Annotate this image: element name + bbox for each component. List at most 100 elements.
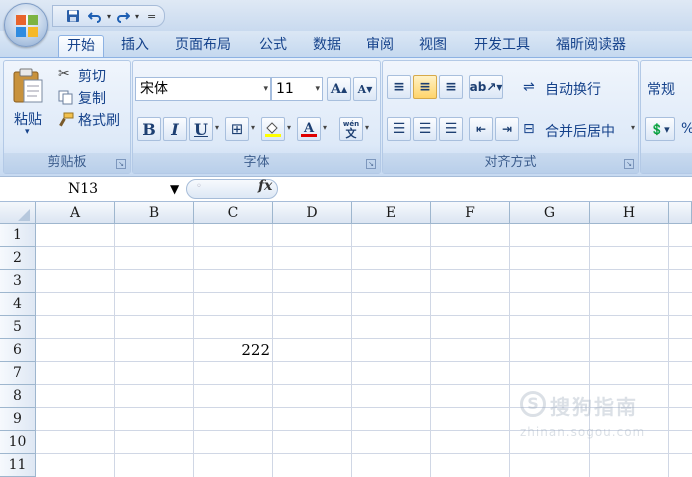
- italic-button[interactable]: I: [163, 117, 187, 141]
- tab-review[interactable]: 审阅: [358, 35, 402, 58]
- tab-view[interactable]: 视图: [411, 35, 455, 58]
- row-header-9[interactable]: 9: [0, 408, 36, 431]
- tab-formulas[interactable]: 公式: [251, 35, 295, 58]
- number-group-label: [641, 153, 692, 173]
- percent-button[interactable]: %: [681, 121, 692, 137]
- row-header-5[interactable]: 5: [0, 316, 36, 339]
- redo-dropdown-icon[interactable]: ▾: [135, 12, 139, 21]
- formula-input[interactable]: [280, 177, 692, 201]
- font-color-button[interactable]: A: [297, 117, 321, 141]
- tab-insert[interactable]: 插入: [113, 35, 157, 58]
- font-color-dropdown-icon[interactable]: ▾: [323, 123, 327, 132]
- borders-icon: ⊞: [230, 120, 244, 138]
- clipboard-dialog-launcher-icon[interactable]: ↘: [116, 159, 126, 169]
- align-left-icon: ☰: [392, 121, 406, 137]
- increase-indent-button[interactable]: ⇥: [495, 117, 519, 141]
- scissors-icon: ✂: [58, 66, 70, 82]
- paste-button[interactable]: 粘贴 ▾: [8, 65, 48, 145]
- select-all-triangle-icon: [18, 209, 30, 221]
- underline-button[interactable]: U: [189, 117, 213, 141]
- row-header-11[interactable]: 11: [0, 454, 36, 477]
- column-header-a[interactable]: A: [36, 202, 115, 224]
- grid-line: [430, 224, 431, 477]
- align-top-button[interactable]: ≡: [387, 75, 411, 99]
- column-header-c[interactable]: C: [194, 202, 273, 224]
- customize-qat-button[interactable]: =: [147, 10, 156, 23]
- align-right-button[interactable]: ☰: [439, 117, 463, 141]
- name-box[interactable]: N13: [0, 177, 186, 201]
- orientation-button[interactable]: ab↗▾: [469, 75, 503, 99]
- row-header-6[interactable]: 6: [0, 339, 36, 362]
- row-header-4[interactable]: 4: [0, 293, 36, 316]
- grow-font-button[interactable]: A ▲: [327, 77, 351, 101]
- shrink-font-button[interactable]: A ▼: [353, 77, 377, 101]
- alignment-dialog-launcher-icon[interactable]: ↘: [624, 159, 634, 169]
- underline-dropdown-icon[interactable]: ▾: [215, 123, 219, 132]
- row-header-1[interactable]: 1: [0, 224, 36, 247]
- fill-color-dropdown-icon[interactable]: ▾: [287, 123, 291, 132]
- orientation-icon: ab↗▾: [469, 80, 503, 94]
- name-box-dropdown-icon[interactable]: ▼: [170, 177, 179, 201]
- svg-text:A: A: [303, 121, 315, 136]
- cell-c6[interactable]: 222: [194, 339, 273, 362]
- row-header-10[interactable]: 10: [0, 431, 36, 454]
- column-header-h[interactable]: H: [590, 202, 669, 224]
- shrink-font-icon: A: [357, 82, 367, 96]
- tab-foxit-reader[interactable]: 福昕阅读器: [548, 35, 634, 58]
- increase-indent-icon: ⇥: [501, 122, 513, 136]
- number-group: 常规 💲▾ %: [640, 60, 692, 174]
- alignment-group: ≡ ≡ ≡ ab↗▾ ⇌ 自动换行 ☰ ☰ ☰ ⇤ ⇥ ⊟ 合并后居中 ▾ 对齐…: [382, 60, 639, 174]
- column-header-g[interactable]: G: [510, 202, 590, 224]
- row-header-3[interactable]: 3: [0, 270, 36, 293]
- column-header-d[interactable]: D: [273, 202, 352, 224]
- watermark-url: zhinan.sogou.com: [520, 425, 646, 439]
- align-left-button[interactable]: ☰: [387, 117, 411, 141]
- borders-button[interactable]: ⊞: [225, 117, 249, 141]
- redo-icon[interactable]: [113, 7, 133, 25]
- watermark-text: 搜狗指南: [550, 395, 638, 419]
- font-size-box[interactable]: 11 ▾: [271, 77, 323, 101]
- sogou-logo-icon: S: [520, 391, 546, 417]
- italic-icon: I: [171, 119, 179, 139]
- align-bottom-button[interactable]: ≡: [439, 75, 463, 99]
- insert-function-button[interactable]: fx: [258, 178, 272, 194]
- column-header-i-partial[interactable]: [669, 202, 692, 224]
- number-format-value[interactable]: 常规: [647, 79, 675, 99]
- font-dialog-launcher-icon[interactable]: ↘: [366, 159, 376, 169]
- column-header-b[interactable]: B: [115, 202, 194, 224]
- office-button[interactable]: [4, 3, 48, 47]
- row-header-2[interactable]: 2: [0, 247, 36, 270]
- align-right-icon: ☰: [444, 121, 458, 137]
- decrease-indent-button[interactable]: ⇤: [469, 117, 493, 141]
- tab-home[interactable]: 开始: [58, 35, 104, 58]
- phonetic-dropdown-icon[interactable]: ▾: [365, 123, 369, 132]
- merge-center-dropdown-icon[interactable]: ▾: [631, 123, 635, 132]
- grid-line: [36, 269, 692, 270]
- font-name-dropdown-icon[interactable]: ▾: [263, 78, 268, 100]
- tab-data[interactable]: 数据: [305, 35, 349, 58]
- column-header-f[interactable]: F: [431, 202, 510, 224]
- font-name-box[interactable]: 宋体 ▾: [135, 77, 271, 101]
- font-size-dropdown-icon[interactable]: ▾: [315, 78, 320, 100]
- align-middle-button[interactable]: ≡: [413, 75, 437, 99]
- tab-developer[interactable]: 开发工具: [466, 35, 538, 58]
- bold-button[interactable]: B: [137, 117, 161, 141]
- undo-icon[interactable]: [85, 7, 105, 25]
- undo-dropdown-icon[interactable]: ▾: [107, 12, 111, 21]
- row-header-7[interactable]: 7: [0, 362, 36, 385]
- column-header-e[interactable]: E: [352, 202, 431, 224]
- tab-page-layout[interactable]: 页面布局: [167, 35, 239, 58]
- borders-dropdown-icon[interactable]: ▾: [251, 123, 255, 132]
- align-center-button[interactable]: ☰: [413, 117, 437, 141]
- fill-color-icon: [265, 122, 281, 137]
- underline-icon: U: [194, 119, 208, 139]
- align-top-icon: ≡: [393, 79, 405, 95]
- grow-font-icon: A: [330, 81, 341, 97]
- align-center-icon: ☰: [418, 121, 432, 137]
- decrease-indent-icon: ⇤: [475, 122, 487, 136]
- fill-color-button[interactable]: [261, 117, 285, 141]
- accounting-format-button[interactable]: 💲▾: [645, 117, 675, 141]
- row-header-8[interactable]: 8: [0, 385, 36, 408]
- phonetic-guide-button[interactable]: wén 文: [339, 117, 363, 141]
- save-icon[interactable]: [63, 7, 83, 25]
